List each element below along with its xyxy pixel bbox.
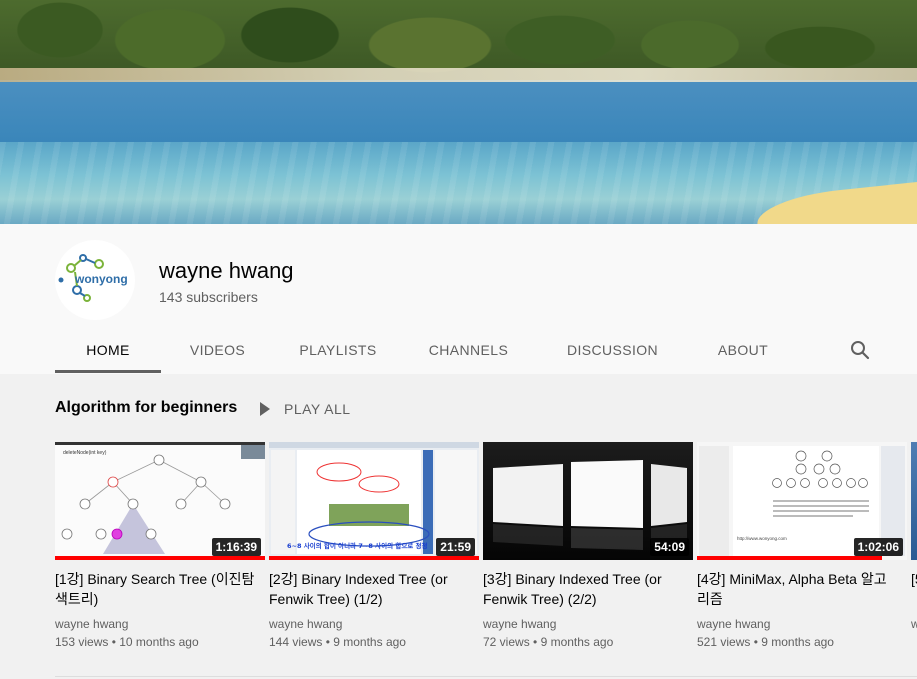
video-thumbnail[interactable] <box>911 442 917 560</box>
video-meta: 521 views • 9 months ago <box>697 635 834 649</box>
upload-age: 9 months ago <box>540 635 614 649</box>
svg-text:http://www.wonyong.com: http://www.wonyong.com <box>737 536 787 541</box>
video-card[interactable]: deleteNode(int key) 1:16:39 [1강] Binary … <box>55 442 265 651</box>
tab-videos[interactable]: VIDEOS <box>161 327 274 373</box>
video-meta: 144 views • 9 months ago <box>269 635 406 649</box>
video-card[interactable]: 54:09 [3강] Binary Indexed Tree (or Fenwi… <box>483 442 693 651</box>
video-title[interactable]: [5 <box>911 569 917 609</box>
video-title[interactable]: [4강] MiniMax, Alpha Beta 알고리즘 <box>697 569 897 609</box>
video-title[interactable]: [2강] Binary Indexed Tree (or Fenwik Tree… <box>269 569 469 609</box>
svg-text:deleteNode(int key): deleteNode(int key) <box>63 450 107 456</box>
channel-avatar[interactable]: wonyong <box>55 240 135 320</box>
section-divider <box>55 676 917 677</box>
watch-progress <box>697 556 882 560</box>
video-channel[interactable]: w <box>911 615 917 633</box>
video-channel[interactable]: wayne hwang <box>269 615 479 633</box>
video-duration: 21:59 <box>436 538 475 556</box>
channel-name: wayne hwang <box>159 258 294 283</box>
video-channel[interactable]: wayne hwang <box>697 615 907 633</box>
play-icon <box>260 402 270 416</box>
video-thumbnail[interactable]: 54:09 <box>483 442 693 560</box>
svg-text:wonyong: wonyong <box>74 272 128 286</box>
play-all-button[interactable]: PLAY ALL <box>260 399 351 419</box>
video-card[interactable]: http://www.wonyong.com 1:02:06 [4강] Mini… <box>697 442 907 651</box>
watch-progress <box>55 556 265 560</box>
channel-header: wonyong wayne hwang 143 subscribers HOME… <box>0 224 917 374</box>
svg-text:6~8 사이의 합이 아니라 7~8 사이의 합으로 정정: 6~8 사이의 합이 아니라 7~8 사이의 합으로 정정 <box>287 541 428 550</box>
video-channel[interactable]: wayne hwang <box>483 615 693 633</box>
tab-discussion[interactable]: DISCUSSION <box>535 327 690 373</box>
channel-banner <box>0 0 917 224</box>
video-thumbnail[interactable]: http://www.wonyong.com 1:02:06 <box>697 442 907 560</box>
view-count: 153 views <box>55 635 109 649</box>
video-card[interactable]: 6~8 사이의 합이 아니라 7~8 사이의 합으로 정정 21:59 [2강]… <box>269 442 479 651</box>
video-duration: 1:02:06 <box>853 538 903 556</box>
channel-tabs: HOME VIDEOS PLAYLISTS CHANNELS DISCUSSIO… <box>55 327 796 373</box>
subscriber-count: 143 subscribers <box>159 289 258 305</box>
video-meta: 72 views • 9 months ago <box>483 635 614 649</box>
video-duration: 54:09 <box>650 538 689 556</box>
shelf-title[interactable]: Algorithm for beginners <box>55 399 237 417</box>
view-count: 72 views <box>483 635 530 649</box>
video-meta: 153 views • 10 months ago <box>55 635 199 649</box>
view-count: 521 views <box>697 635 751 649</box>
tab-playlists[interactable]: PLAYLISTS <box>274 327 402 373</box>
video-channel[interactable]: wayne hwang <box>55 615 265 633</box>
play-all-label: PLAY ALL <box>284 401 351 417</box>
tab-about[interactable]: ABOUT <box>690 327 796 373</box>
view-count: 144 views <box>269 635 323 649</box>
wonyong-logo-icon: wonyong <box>58 254 128 302</box>
search-icon[interactable] <box>850 340 870 360</box>
video-thumbnail[interactable]: 6~8 사이의 합이 아니라 7~8 사이의 합으로 정정 21:59 <box>269 442 479 560</box>
video-duration: 1:16:39 <box>211 538 261 556</box>
tab-home[interactable]: HOME <box>55 327 161 373</box>
video-thumbnail[interactable]: deleteNode(int key) 1:16:39 <box>55 442 265 560</box>
video-title[interactable]: [3강] Binary Indexed Tree (or Fenwik Tree… <box>483 569 683 609</box>
upload-age: 10 months ago <box>119 635 199 649</box>
upload-age: 9 months ago <box>333 635 406 649</box>
video-title[interactable]: [1강] Binary Search Tree (이진탐색트리) <box>55 569 255 609</box>
watch-progress <box>269 556 479 560</box>
video-card[interactable]: [5 w <box>911 442 917 633</box>
upload-age: 9 months ago <box>761 635 834 649</box>
tab-channels[interactable]: CHANNELS <box>402 327 535 373</box>
